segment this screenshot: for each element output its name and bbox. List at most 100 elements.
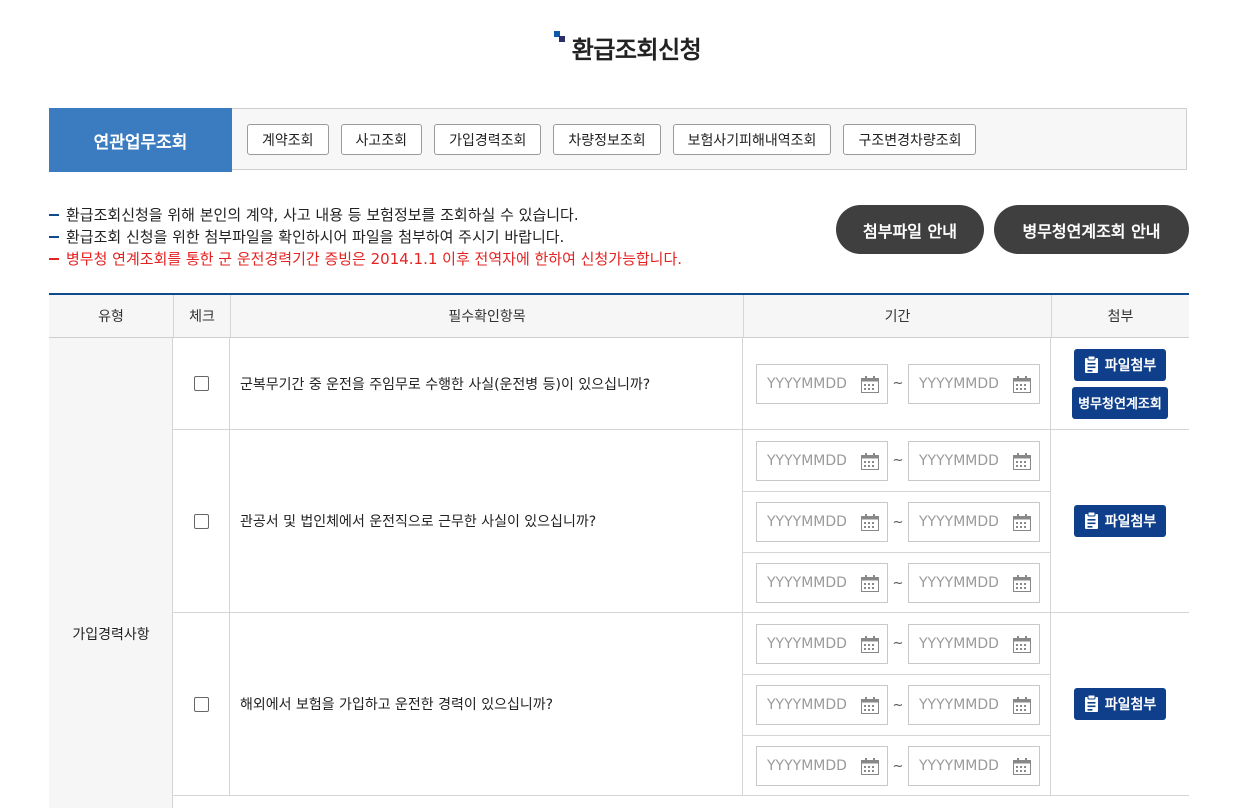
attachment-cell: 파일첨부 xyxy=(1051,613,1189,795)
start-date-field[interactable]: YYYYMMDD xyxy=(756,363,888,404)
attachment-cell: 파일첨부 병무청연계조회 xyxy=(1051,338,1189,429)
file-attach-button[interactable]: 파일첨부 xyxy=(1073,688,1167,720)
calendar-icon[interactable] xyxy=(1013,452,1031,470)
date-range: YYYYMMDD ~ YYYYMMDD xyxy=(743,613,1050,674)
row-checkbox[interactable] xyxy=(193,696,209,712)
start-date-field[interactable]: YYYYMMDD xyxy=(756,440,888,481)
enrollment-history-lookup-button[interactable]: 가입경력조회 xyxy=(434,124,542,155)
accident-lookup-button[interactable]: 사고조회 xyxy=(340,124,423,155)
calendar-icon[interactable] xyxy=(1013,514,1031,531)
type-label: 가입경력사항 xyxy=(72,627,150,643)
document-icon xyxy=(1084,512,1098,529)
start-date-field[interactable]: YYYYMMDD xyxy=(756,563,888,603)
range-separator: ~ xyxy=(892,453,904,468)
date-range: YYYYMMDD ~ YYYYMMDD xyxy=(743,430,1050,491)
header-period: 기간 xyxy=(743,295,1051,337)
end-date-field[interactable]: YYYYMMDD xyxy=(908,746,1040,786)
notice-item: 환급조회신청을 위해 본인의 계약, 사고 내용 등 보험정보를 조회하실 수 … xyxy=(49,204,682,226)
dash-icon xyxy=(49,236,59,238)
date-placeholder: YYYYMMDD xyxy=(919,575,999,591)
modified-vehicle-lookup-button[interactable]: 구조변경차량조회 xyxy=(843,124,977,155)
range-separator: ~ xyxy=(892,636,904,651)
file-attach-button[interactable]: 파일첨부 xyxy=(1073,348,1167,381)
start-date-field[interactable]: YYYYMMDD xyxy=(756,746,888,786)
notice-list: 환급조회신청을 위해 본인의 계약, 사고 내용 등 보험정보를 조회하실 수 … xyxy=(49,204,682,270)
end-date-field[interactable]: YYYYMMDD xyxy=(908,363,1040,404)
calendar-icon[interactable] xyxy=(861,758,879,775)
insurance-fraud-lookup-button[interactable]: 보험사기피해내역조회 xyxy=(672,124,832,155)
date-placeholder: YYYYMMDD xyxy=(767,375,847,392)
vehicle-info-lookup-button[interactable]: 차량정보조회 xyxy=(553,124,661,155)
range-separator: ~ xyxy=(892,758,904,774)
file-attach-label: 파일첨부 xyxy=(1104,357,1157,374)
date-placeholder: YYYYMMDD xyxy=(919,375,999,392)
file-attach-button[interactable]: 파일첨부 xyxy=(1073,505,1167,537)
date-range: YYYYMMDD ~ YYYYMMDD xyxy=(743,735,1050,796)
table-body: 가입경력사항 군복무기간 중 운전을 주임무로 수행한 사실(운전병 등)이 있… xyxy=(49,338,1189,808)
date-placeholder: YYYYMMDD xyxy=(767,697,847,713)
dash-icon xyxy=(49,214,59,216)
range-separator: ~ xyxy=(892,697,904,713)
date-range: YYYYMMDD ~ YYYYMMDD xyxy=(743,338,1050,429)
required-item-text: 관공서 및 법인체에서 운전직으로 근무한 사실이 있으십니까? xyxy=(230,430,743,612)
document-icon xyxy=(1084,695,1098,712)
date-placeholder: YYYYMMDD xyxy=(767,758,847,774)
end-date-field[interactable]: YYYYMMDD xyxy=(908,440,1040,481)
page-title-text: 환급조회신청 xyxy=(571,36,702,64)
date-placeholder: YYYYMMDD xyxy=(767,452,847,469)
end-date-field[interactable]: YYYYMMDD xyxy=(908,563,1040,603)
calendar-icon[interactable] xyxy=(1013,758,1031,775)
table-header: 유형 체크 필수확인항목 기간 첨부 xyxy=(49,295,1189,338)
required-item-text: 군복무기간 중 운전을 주임무로 수행한 사실(운전병 등)이 있으십니까? xyxy=(230,338,743,429)
date-range: YYYYMMDD ~ YYYYMMDD xyxy=(743,552,1050,613)
date-placeholder: YYYYMMDD xyxy=(919,452,999,469)
notice-item-warning: 병무청 연계조회를 통한 군 운전경력기간 증빙은 2014.1.1 이후 전역… xyxy=(49,248,682,270)
end-date-field[interactable]: YYYYMMDD xyxy=(908,502,1040,542)
calendar-icon[interactable] xyxy=(1013,575,1031,592)
period-cell: YYYYMMDD ~ YYYYMMDD YYYYMMDD ~ YYYYMMDD … xyxy=(743,613,1051,795)
title-bullet-icon xyxy=(553,31,566,43)
header-required-item: 필수확인항목 xyxy=(230,295,743,337)
calendar-icon[interactable] xyxy=(861,575,879,592)
start-date-field[interactable]: YYYYMMDD xyxy=(756,623,888,664)
table-row: 해외에서 보험을 가입하고 운전한 경력이 있으십니까? YYYYMMDD ~ … xyxy=(173,613,1189,796)
row-checkbox[interactable] xyxy=(193,376,209,391)
end-date-field[interactable]: YYYYMMDD xyxy=(908,623,1040,664)
calendar-icon[interactable] xyxy=(861,635,879,653)
calendar-icon[interactable] xyxy=(861,514,879,531)
type-cell: 가입경력사항 xyxy=(49,338,173,808)
end-date-field[interactable]: YYYYMMDD xyxy=(908,685,1040,725)
related-lookup-bar: 연관업무조회 계약조회 사고조회 가입경력조회 차량정보조회 보험사기피해내역조… xyxy=(49,108,1187,172)
notice-text: 환급조회신청을 위해 본인의 계약, 사고 내용 등 보험정보를 조회하실 수 … xyxy=(66,206,579,224)
date-placeholder: YYYYMMDD xyxy=(919,697,999,713)
range-separator: ~ xyxy=(892,376,904,391)
range-separator: ~ xyxy=(892,514,904,530)
header-attachment: 첨부 xyxy=(1051,295,1189,337)
contract-lookup-button[interactable]: 계약조회 xyxy=(247,124,329,155)
period-cell: YYYYMMDD ~ YYYYMMDD xyxy=(743,338,1051,429)
date-placeholder: YYYYMMDD xyxy=(767,575,847,591)
attachment-cell: 파일첨부 xyxy=(1051,430,1189,612)
header-type: 유형 xyxy=(98,309,124,325)
page-title: 환급조회신청 xyxy=(552,30,702,65)
related-lookup-heading: 연관업무조회 xyxy=(49,108,232,172)
file-attach-label: 파일첨부 xyxy=(1104,697,1157,713)
calendar-icon[interactable] xyxy=(861,375,879,393)
start-date-field[interactable]: YYYYMMDD xyxy=(756,502,888,542)
calendar-icon[interactable] xyxy=(861,452,879,470)
mma-lookup-guide-button[interactable]: 병무청연계조회 안내 xyxy=(994,205,1189,254)
calendar-icon[interactable] xyxy=(1013,697,1031,714)
calendar-icon[interactable] xyxy=(1013,635,1031,653)
header-check: 체크 xyxy=(173,295,230,337)
calendar-icon[interactable] xyxy=(861,697,879,714)
date-placeholder: YYYYMMDD xyxy=(919,635,999,652)
required-item-text: 해외에서 보험을 가입하고 운전한 경력이 있으십니까? xyxy=(230,613,743,795)
row-checkbox[interactable] xyxy=(193,513,209,529)
start-date-field[interactable]: YYYYMMDD xyxy=(756,685,888,725)
calendar-icon[interactable] xyxy=(1013,375,1031,393)
notice-text: 환급조회 신청을 위한 첨부파일을 확인하시어 파일을 첨부하여 주시기 바랍니… xyxy=(66,228,565,246)
mma-lookup-button[interactable]: 병무청연계조회 xyxy=(1072,386,1168,419)
attachment-guide-button[interactable]: 첨부파일 안내 xyxy=(836,205,984,254)
table-row: 군복무기간 중 운전을 주임무로 수행한 사실(운전병 등)이 있으십니까? Y… xyxy=(173,338,1189,430)
date-placeholder: YYYYMMDD xyxy=(919,514,999,530)
